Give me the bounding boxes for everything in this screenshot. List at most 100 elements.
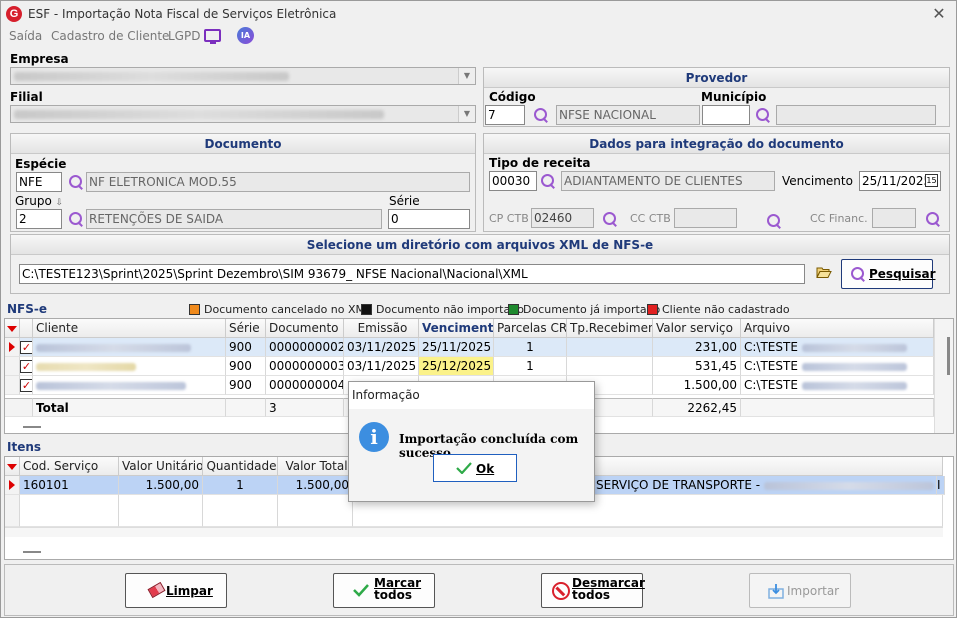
col-valor-unitario[interactable]: Valor Unitário (119, 457, 203, 476)
nfse-vertical-scrollbar[interactable] (934, 319, 953, 433)
row-checkbox-cell[interactable]: ✓ (20, 357, 33, 376)
directory-path-input[interactable]: C:\TESTE123\Sprint\2025\Sprint Dezembro\… (19, 264, 805, 284)
row-checkbox[interactable]: ✓ (20, 341, 32, 354)
col-tp-recebimento[interactable]: Tp.Recebimento (567, 319, 653, 338)
col-emissao[interactable]: Emissão (344, 319, 419, 338)
cp-ctb-input[interactable]: 02460 (531, 208, 594, 228)
municipio-input[interactable] (702, 105, 750, 125)
col-valor-servico[interactable]: Valor serviço (653, 319, 741, 338)
vencimento-label: Vencimento (782, 174, 853, 188)
search-icon[interactable] (68, 211, 84, 227)
pesquisar-button[interactable]: Pesquisar (841, 259, 935, 289)
tipo-receita-label: Tipo de receita (489, 156, 591, 170)
col-documento[interactable]: Documento (266, 319, 344, 338)
marcar-todos-button[interactable]: Marcar todos (333, 573, 435, 608)
cell-quantidade: 1 (203, 476, 278, 495)
chevron-down-icon[interactable]: ▼ (458, 68, 475, 84)
tipo-receita-input[interactable]: 00030 (489, 171, 537, 191)
cell-valor: 231,00 (653, 338, 741, 357)
search-icon (850, 266, 866, 282)
search-icon[interactable] (602, 211, 618, 227)
row-checkbox[interactable]: ✓ (20, 379, 32, 392)
especie-input[interactable]: NFE (16, 172, 62, 192)
legend-cliente-swatch (647, 304, 658, 315)
codigo-description: NFSE NACIONAL (556, 105, 700, 125)
ok-button[interactable]: Ok (433, 454, 517, 482)
cell-cliente (33, 376, 226, 395)
scroll-thumb[interactable] (947, 337, 950, 375)
itens-horizontal-scrollbar[interactable] (5, 527, 943, 537)
cell-tp (567, 338, 653, 357)
menu-cadastro-cliente[interactable]: Cadastro de Cliente (51, 29, 169, 43)
close-window-button[interactable]: ✕ (930, 5, 948, 23)
sort-icon: ⇩ (55, 198, 64, 208)
ia-assistant-icon[interactable]: IA (237, 27, 254, 44)
menu-saida[interactable]: Saída (9, 29, 42, 43)
dialog-title: Informação (352, 388, 420, 402)
serie-input[interactable]: 0 (388, 209, 470, 229)
empresa-combo[interactable]: ▼ (10, 67, 476, 85)
cell-tp (567, 357, 653, 376)
dialog-body: i Importação concluída com sucesso. Ok (349, 409, 594, 501)
municipio-label: Município (701, 90, 767, 104)
legend-cliente: Cliente não cadastrado (662, 303, 790, 316)
marcar-label: Marcar todos (374, 576, 422, 602)
chevron-down-icon[interactable]: ▼ (458, 106, 475, 122)
legend-ja-importado: Documento já importado (523, 303, 661, 316)
splitter-handle[interactable] (23, 551, 41, 553)
search-icon[interactable] (755, 107, 771, 123)
row-checkbox-cell[interactable]: ✓ (20, 376, 33, 395)
col-quantidade[interactable]: Quantidade (203, 457, 278, 476)
cell-valor: 1.500,00 (653, 376, 741, 395)
row-indicator (5, 376, 20, 395)
menu-lgpd[interactable]: LGPD (168, 29, 200, 43)
legend-nao-importado-swatch (361, 304, 372, 315)
col-cliente[interactable]: Cliente (33, 319, 226, 338)
col-arquivo[interactable]: Arquivo (741, 319, 934, 338)
prohibited-icon (552, 582, 570, 600)
municipio-description (776, 105, 936, 125)
col-parcelas[interactable]: Parcelas CRC (494, 319, 567, 338)
filial-combo[interactable]: ▼ (10, 105, 476, 123)
total-label: Total (33, 398, 226, 417)
importar-button[interactable]: Importar (749, 573, 851, 608)
search-icon[interactable] (68, 174, 84, 190)
checkmark-icon (456, 462, 472, 477)
col-valor-total[interactable]: Valor Total (278, 457, 353, 476)
total-indicator (5, 398, 33, 417)
folder-open-icon[interactable] (816, 266, 832, 279)
grupo-input[interactable]: 2 (16, 209, 62, 229)
cell-cliente (33, 357, 226, 376)
calendar-icon[interactable]: 15 (925, 174, 938, 187)
legend-ja-importado-swatch (508, 304, 519, 315)
search-icon[interactable] (925, 211, 941, 227)
cell-valor-unitario: 1.500,00 (119, 476, 203, 495)
limpar-button[interactable]: Limpar (125, 573, 227, 608)
row-indicator (5, 495, 20, 527)
grid-indicator-header (5, 457, 20, 476)
search-icon[interactable] (533, 107, 549, 123)
desmarcar-todos-button[interactable]: Desmarcar todos (541, 573, 645, 608)
vencimento-input[interactable]: 25/11/2025 15 (859, 171, 941, 191)
cell-arquivo: C:\TESTE (741, 357, 934, 376)
cell-parcelas: 1 (494, 338, 567, 357)
grupo-label: Grupo ⇩ (15, 194, 64, 208)
title-bar: G ESF - Importação Nota Fiscal de Serviç… (1, 1, 956, 27)
col-serie[interactable]: Série (226, 319, 266, 338)
cc-financ-input[interactable] (872, 208, 916, 228)
current-row-icon (9, 342, 15, 352)
monitor-icon[interactable] (204, 29, 221, 44)
cell-emissao: 03/11/2025 (344, 357, 419, 376)
search-icon[interactable] (766, 213, 782, 229)
splitter-handle[interactable] (23, 426, 41, 428)
grupo-description: RETENÇÕES DE SAIDA (86, 209, 382, 229)
codigo-input[interactable]: 7 (485, 105, 525, 125)
cell-end: I (937, 476, 945, 495)
row-checkbox[interactable]: ✓ (20, 360, 32, 373)
row-checkbox-cell[interactable]: ✓ (20, 338, 33, 357)
cc-ctb-input[interactable] (674, 208, 737, 228)
col-vencimento[interactable]: Vencimento (419, 319, 494, 338)
search-icon[interactable] (540, 173, 556, 189)
col-cod-servico[interactable]: Cod. Serviço (20, 457, 119, 476)
cell-parcelas: 1 (494, 357, 567, 376)
